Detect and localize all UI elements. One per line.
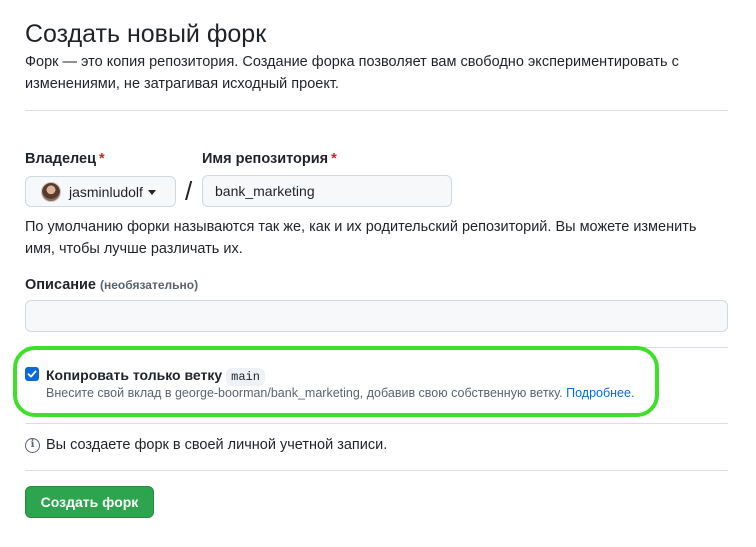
owner-repo-separator: / — [185, 176, 193, 206]
description-label: Описание (необязательно) — [25, 277, 199, 293]
info-message: i Вы создаете форк в своей личной учетно… — [25, 435, 387, 455]
divider — [25, 110, 728, 111]
learn-more-link[interactable]: Подробнее. — [566, 386, 634, 400]
owner-name: jasminludolf — [69, 183, 143, 200]
repo-name-input[interactable] — [202, 175, 452, 207]
naming-help-text: По умолчанию форки называются так же, ка… — [25, 219, 697, 257]
description-input[interactable] — [25, 300, 728, 332]
checkmark-icon — [27, 370, 37, 378]
copy-branch-checkbox[interactable] — [25, 367, 39, 381]
divider — [25, 470, 728, 471]
divider — [25, 423, 728, 424]
page-title: Создать новый форк — [25, 20, 267, 48]
optional-note: (необязательно) — [100, 278, 199, 292]
required-mark: * — [99, 151, 105, 167]
info-icon: i — [25, 437, 40, 453]
create-fork-button[interactable]: Создать форк — [25, 486, 154, 518]
avatar — [41, 181, 61, 202]
page-subtitle: Форк — это копия репозитория. Создание ф… — [25, 54, 679, 92]
required-mark: * — [331, 151, 337, 167]
repo-name-label: Имя репозитория * — [202, 151, 337, 167]
chevron-down-icon — [147, 190, 156, 195]
owner-label: Владелец * — [25, 151, 105, 167]
owner-dropdown[interactable]: jasminludolf — [25, 176, 176, 207]
copy-branch-note: Внесите свой вклад в george-boorman/bank… — [46, 386, 635, 400]
